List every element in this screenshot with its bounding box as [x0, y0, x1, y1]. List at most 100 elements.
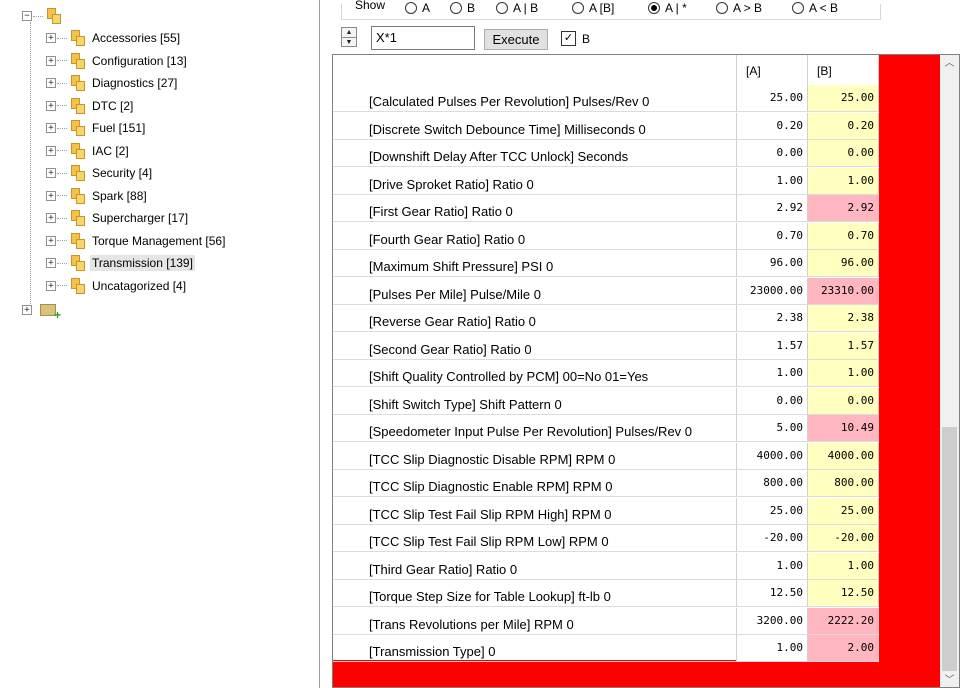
radio-icon[interactable] [572, 2, 584, 14]
chevron-down-icon[interactable]: ﹀ [940, 672, 959, 687]
value-b-cell[interactable]: 1.57 [808, 332, 879, 360]
value-a-cell[interactable]: 25.00 [737, 497, 808, 525]
value-a-cell[interactable]: 0.20 [737, 112, 808, 140]
value-b-cell[interactable]: 0.00 [808, 387, 879, 415]
show-radio[interactable]: B [450, 1, 475, 15]
header-col-a[interactable]: [A] [737, 55, 808, 85]
table-row[interactable]: [TCC Slip Test Fail Slip RPM Low] RPM 0-… [333, 525, 879, 552]
table-row[interactable]: [Shift Quality Controlled by PCM] 00=No … [333, 360, 879, 387]
spin-down-icon[interactable]: ▼ [342, 38, 356, 47]
tree-item-label[interactable]: Transmission [139] [90, 255, 195, 271]
table-row[interactable]: [TCC Slip Test Fail Slip RPM High] RPM 0… [333, 497, 879, 525]
table-row[interactable]: [Drive Sproket Ratio] Ratio 0 1.00 1.00 [333, 167, 879, 195]
tree-item-label[interactable]: Supercharger [17] [90, 210, 190, 226]
show-radio[interactable]: A > B [716, 1, 762, 15]
expand-icon[interactable]: + [22, 305, 32, 315]
value-b-cell[interactable]: 1.00 [808, 552, 879, 580]
value-a-cell[interactable]: 3200.00 [737, 607, 808, 635]
radio-icon[interactable] [716, 2, 728, 14]
expression-input[interactable]: X*1 [371, 26, 475, 50]
radio-icon[interactable] [792, 2, 804, 14]
execute-button[interactable]: Execute [484, 29, 548, 50]
value-a-cell[interactable]: 1.00 [737, 360, 808, 387]
value-b-cell[interactable]: 25.00 [808, 85, 879, 112]
table-row[interactable]: [Trans Revolutions per Mile] RPM 0 3200.0… [333, 607, 879, 635]
value-b-cell[interactable]: 1.00 [808, 360, 879, 387]
show-radio[interactable]: A [405, 1, 430, 15]
b-checkbox[interactable]: ✓ B [561, 31, 590, 46]
table-row[interactable]: [Fourth Gear Ratio] Ratio 0 0.70 0.70 [333, 222, 879, 250]
tree-item-label[interactable]: DTC [2] [90, 98, 135, 114]
tree-item-label[interactable]: Security [4] [90, 165, 154, 181]
value-a-cell[interactable]: 800.00 [737, 470, 808, 497]
tree-item-label[interactable]: Accessories [55] [90, 30, 182, 46]
tree-item[interactable]: + Torque Management [56] [46, 231, 227, 251]
expand-icon[interactable]: + [46, 100, 56, 111]
table-row[interactable]: [Pulses Per Mile] Pulse/Mile 0 23000.00 23… [333, 277, 879, 305]
value-a-cell[interactable]: 1.00 [737, 635, 808, 662]
expand-icon[interactable]: + [46, 280, 56, 291]
table-row[interactable]: [Maximum Shift Pressure] PSI 0 96.00 96.00 [333, 250, 879, 277]
tree-item-label[interactable]: Torque Management [56] [90, 233, 227, 249]
value-b-cell[interactable]: 23310.00 [808, 277, 879, 305]
value-b-cell[interactable]: 2222.20 [808, 607, 879, 635]
tree-item[interactable]: + Transmission [139] [46, 253, 195, 273]
value-b-cell[interactable]: 96.00 [808, 250, 879, 277]
show-radio[interactable]: A < B [792, 1, 838, 15]
table-row[interactable]: [TCC Slip Diagnostic Disable RPM] RPM 04… [333, 442, 879, 470]
show-radio[interactable]: A | * [648, 1, 687, 15]
value-a-cell[interactable]: 0.00 [737, 140, 808, 167]
radio-icon[interactable] [405, 2, 417, 14]
tree-item-label[interactable]: Uncatagorized [4] [90, 278, 188, 294]
value-a-cell[interactable]: 1.00 [737, 552, 808, 580]
value-a-cell[interactable]: 12.50 [737, 580, 808, 607]
value-a-cell[interactable]: 25.00 [737, 85, 808, 112]
spin-buttons[interactable]: ▲ ▼ [341, 27, 357, 47]
tree-item[interactable]: + Spark [88] [46, 186, 149, 206]
expand-icon[interactable]: + [46, 190, 56, 201]
value-b-cell[interactable]: 0.00 [808, 140, 879, 167]
tree-item-label[interactable]: Spark [88] [90, 188, 149, 204]
value-b-cell[interactable]: 2.00 [808, 635, 879, 662]
tree-item-label[interactable]: Fuel [151] [90, 120, 147, 136]
value-b-cell[interactable]: 2.92 [808, 195, 879, 222]
checkbox-icon[interactable]: ✓ [561, 31, 576, 46]
scroll-thumb[interactable] [942, 427, 957, 671]
chevron-up-icon[interactable]: ︿ [940, 55, 959, 72]
value-b-cell[interactable]: 4000.00 [808, 442, 879, 470]
expand-icon[interactable]: + [46, 123, 56, 133]
tree-item-label[interactable]: Configuration [13] [90, 53, 189, 69]
show-radio[interactable]: A [B] [572, 1, 614, 15]
expand-icon[interactable]: + [46, 213, 56, 223]
value-a-cell[interactable]: 96.00 [737, 250, 808, 277]
value-b-cell[interactable]: 25.00 [808, 497, 879, 525]
tree-item[interactable]: + Security [4] [46, 163, 154, 183]
value-a-cell[interactable]: 0.00 [737, 387, 808, 415]
table-row[interactable]: [Shift Switch Type] Shift Pattern 0 0.00 0… [333, 387, 879, 415]
value-a-cell[interactable]: 1.57 [737, 332, 808, 360]
value-a-cell[interactable]: 5.00 [737, 415, 808, 442]
value-b-cell[interactable]: -20.00 [808, 525, 879, 552]
expand-icon[interactable]: + [46, 258, 56, 268]
tree-item[interactable]: + Fuel [151] [46, 118, 147, 138]
expand-icon[interactable]: + [46, 78, 56, 88]
spin-up-icon[interactable]: ▲ [342, 28, 356, 38]
table-row[interactable]: [Speedometer Input Pulse Per Revolution]… [333, 415, 879, 442]
tree-item[interactable]: + Configuration [13] [46, 51, 189, 71]
header-col-b[interactable]: [B] [808, 55, 879, 85]
value-a-cell[interactable]: 0.70 [737, 222, 808, 250]
table-row[interactable]: [Second Gear Ratio] Ratio 0 1.57 1.57 [333, 332, 879, 360]
value-a-cell[interactable]: -20.00 [737, 525, 808, 552]
table-row[interactable]: [First Gear Ratio] Ratio 0 2.92 2.92 [333, 195, 879, 222]
tree-item[interactable]: + Uncatagorized [4] [46, 276, 188, 296]
value-b-cell[interactable]: 10.49 [808, 415, 879, 442]
table-row[interactable]: [Discrete Switch Debounce Time] Millisec… [333, 112, 879, 140]
value-b-cell[interactable]: 0.20 [808, 112, 879, 140]
value-b-cell[interactable]: 0.70 [808, 222, 879, 250]
expand-icon[interactable]: + [46, 168, 56, 178]
value-a-cell[interactable]: 4000.00 [737, 442, 808, 470]
value-a-cell[interactable]: 23000.00 [737, 277, 808, 305]
expand-icon[interactable]: + [46, 145, 56, 156]
table-row[interactable]: [Transmission Type] 0 1.00 2.00 [333, 635, 879, 662]
expand-icon[interactable]: + [46, 55, 56, 66]
